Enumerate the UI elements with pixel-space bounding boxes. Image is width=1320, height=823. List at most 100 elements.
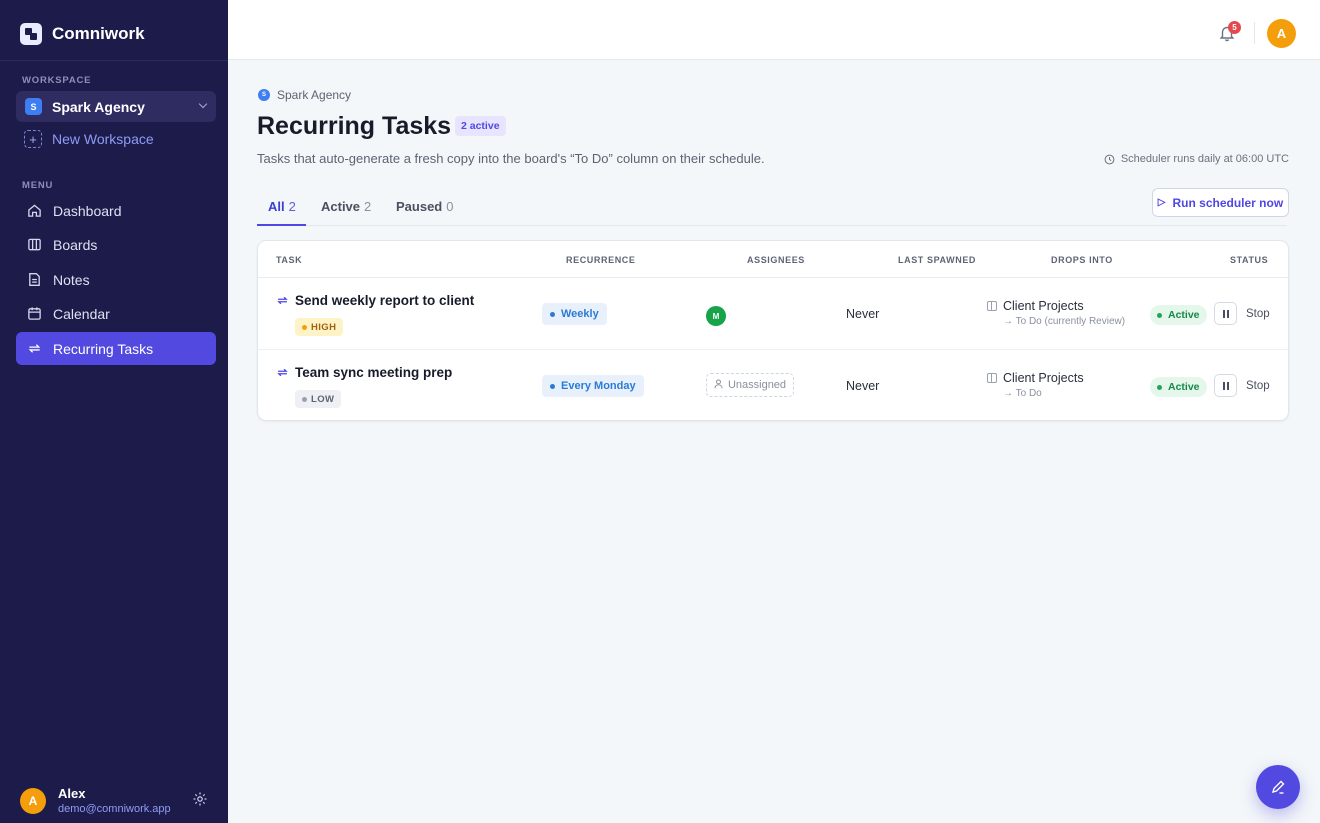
pause-icon xyxy=(1222,309,1225,318)
filter-tabs: All 2 Active 2 Paused 0 xyxy=(257,195,1287,226)
workspace-heading: WORKSPACE xyxy=(22,75,92,86)
workspace-badge: S xyxy=(258,89,270,101)
compose-fab-button[interactable] xyxy=(1256,765,1300,809)
board-icon xyxy=(987,301,997,311)
tab-label: Active xyxy=(321,199,361,214)
tab-underline xyxy=(257,224,306,226)
target-column: → To Do (currently Review) xyxy=(1003,316,1126,327)
clock-icon xyxy=(1104,154,1115,164)
status-badge: Active xyxy=(1150,377,1207,397)
pause-icon xyxy=(1222,381,1225,390)
sidebar-item-label: Dashboard xyxy=(53,202,122,219)
repeat-icon xyxy=(276,294,289,307)
sidebar-item-label: Boards xyxy=(53,236,98,253)
user-name: Alex xyxy=(58,786,86,801)
pause-icon-bar xyxy=(1226,381,1229,390)
column-header-drops-into: DROPS INTO xyxy=(1051,255,1113,265)
gear-icon[interactable] xyxy=(192,791,208,807)
chevron-down-icon xyxy=(198,99,208,109)
pause-button[interactable] xyxy=(1214,302,1237,325)
user-email: demo@comniwork.app xyxy=(58,803,171,815)
table-row[interactable]: Send weekly report to client HIGH Weekly… xyxy=(258,278,1288,350)
priority-badge: HIGH xyxy=(295,318,344,336)
workspace-name: Spark Agency xyxy=(52,98,145,115)
sidebar-item-label: Notes xyxy=(53,271,90,288)
sidebar-item-boards[interactable]: Boards xyxy=(16,228,216,261)
assignee-avatar[interactable]: M xyxy=(706,306,726,326)
status-dot xyxy=(1157,384,1162,390)
app-root: Comniwork WORKSPACE S Spark Agency + New… xyxy=(0,0,1320,823)
stop-button[interactable]: Stop xyxy=(1246,308,1270,320)
last-spawned: Never xyxy=(846,307,880,321)
pause-icon-bar xyxy=(1226,309,1229,318)
breadcrumb-workspace[interactable]: Spark Agency xyxy=(277,88,351,102)
tab-label: All xyxy=(268,199,285,214)
sidebar-divider xyxy=(0,60,228,61)
priority-label: HIGH xyxy=(311,321,337,333)
workspace-selector[interactable]: S Spark Agency xyxy=(16,91,216,122)
run-scheduler-button[interactable]: ▷ Run scheduler now xyxy=(1152,188,1289,217)
sidebar-item-label: Recurring Tasks xyxy=(53,340,154,357)
brand-name: Comniwork xyxy=(52,24,145,43)
new-workspace-button[interactable]: + New Workspace xyxy=(24,130,154,148)
home-icon xyxy=(26,203,42,219)
recurrence-dot xyxy=(550,383,555,389)
repeat-icon xyxy=(26,341,42,357)
sidebar-item-recurring-tasks[interactable]: Recurring Tasks xyxy=(16,332,216,365)
column-header-recurrence: RECURRENCE xyxy=(566,255,636,265)
avatar[interactable]: A xyxy=(1267,19,1296,48)
unassigned-label: Unassigned xyxy=(727,379,787,391)
column-header-status: STATUS xyxy=(1230,255,1269,265)
sidebar-item-notes[interactable]: Notes xyxy=(16,263,216,296)
avatar: A xyxy=(20,787,46,814)
page-title: Recurring Tasks xyxy=(257,112,452,140)
board-name: Client Projects xyxy=(1003,371,1084,385)
board-icon xyxy=(987,373,997,383)
brand[interactable]: Comniwork xyxy=(20,23,145,45)
sidebar-item-label: Calendar xyxy=(53,305,110,322)
pencil-icon xyxy=(1271,780,1285,794)
scheduler-note: Scheduler runs daily at 06:00 UTC xyxy=(1104,153,1289,165)
note-icon xyxy=(26,272,42,288)
user-profile[interactable]: A Alex demo@comniwork.app xyxy=(20,786,171,815)
topbar: 5 A xyxy=(228,0,1320,60)
new-workspace-label: New Workspace xyxy=(52,131,154,147)
status-badge: Active xyxy=(1150,305,1207,325)
recurrence-dot xyxy=(550,311,555,317)
tab-active[interactable]: Active 2 xyxy=(321,199,371,214)
priority-label: LOW xyxy=(311,393,335,405)
recurring-tasks-table: TASK RECURRENCE ASSIGNEES LAST SPAWNED D… xyxy=(257,240,1289,421)
pause-button[interactable] xyxy=(1214,374,1237,397)
priority-dot xyxy=(302,396,307,402)
priority-dot xyxy=(302,324,307,330)
workspace-badge: S xyxy=(25,98,42,115)
sidebar-item-calendar[interactable]: Calendar xyxy=(16,297,216,330)
repeat-icon xyxy=(276,366,289,379)
status-dot xyxy=(1157,312,1162,318)
stop-button[interactable]: Stop xyxy=(1246,380,1270,392)
play-icon: ▷ xyxy=(1157,197,1166,208)
last-spawned: Never xyxy=(846,379,880,393)
task-title[interactable]: Team sync meeting prep xyxy=(295,365,452,380)
tab-count: 2 xyxy=(288,199,296,214)
table-header: TASK RECURRENCE ASSIGNEES LAST SPAWNED D… xyxy=(258,241,1288,278)
sidebar: Comniwork WORKSPACE S Spark Agency + New… xyxy=(0,0,228,823)
tab-paused[interactable]: Paused 0 xyxy=(396,199,453,214)
run-scheduler-label: Run scheduler now xyxy=(1172,195,1284,210)
breadcrumb: S Spark Agency xyxy=(258,88,351,102)
scheduler-note-text: Scheduler runs daily at 06:00 UTC xyxy=(1120,153,1289,165)
calendar-icon xyxy=(26,306,42,322)
tab-count: 0 xyxy=(446,199,454,214)
topbar-divider xyxy=(1254,22,1255,44)
recurrence-label: Every Monday xyxy=(561,380,636,392)
unassigned-assignee[interactable]: Unassigned xyxy=(706,373,794,397)
recurrence-badge: Every Monday xyxy=(542,375,644,397)
sidebar-item-dashboard[interactable]: Dashboard xyxy=(16,194,216,227)
tab-all[interactable]: All 2 xyxy=(268,199,296,214)
task-title[interactable]: Send weekly report to client xyxy=(295,293,474,308)
active-count-badge: 2 active xyxy=(455,116,506,136)
status-label: Active xyxy=(1168,381,1200,393)
table-row[interactable]: Team sync meeting prep LOW Every Monday … xyxy=(258,350,1288,422)
priority-badge: LOW xyxy=(295,390,342,408)
menu-heading: MENU xyxy=(22,180,54,191)
